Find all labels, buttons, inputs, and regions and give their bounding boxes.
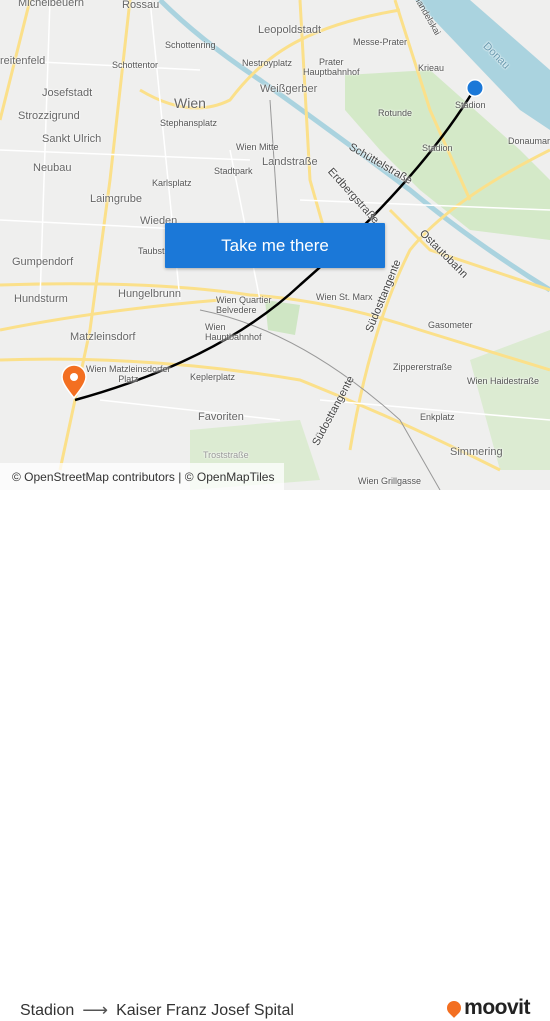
map-label: Wien Matzleinsdorfer Platz: [86, 364, 171, 384]
origin-name: Stadion: [20, 1001, 75, 1019]
map-label: Michelbeuern: [18, 0, 85, 9]
map-label: Stephansplatz: [160, 118, 218, 128]
map-label: Landstraße: [262, 156, 318, 168]
map-label: Neubau: [33, 162, 72, 174]
map-label: Stadion: [422, 143, 453, 153]
map-label: Krieau: [418, 63, 445, 73]
map-label: reitenfeld: [0, 55, 46, 67]
destination-marker[interactable]: [61, 364, 87, 400]
map-label: Strozzigrund: [18, 110, 80, 122]
map-label: Wien Mitte: [236, 142, 279, 152]
map-label: Rossau: [122, 0, 160, 11]
take-me-there-button[interactable]: Take me there: [165, 223, 385, 268]
moovit-wordmark: moovit: [464, 996, 530, 1019]
map-label: Hundsturm: [14, 293, 68, 305]
destination-name: Kaiser Franz Josef Spital: [116, 1001, 294, 1019]
map-label: Wien Grillgasse: [358, 476, 422, 486]
map-label: Gasometer: [428, 320, 473, 330]
map-label: Keplerplatz: [190, 372, 236, 382]
map-label: Nestroyplatz: [242, 58, 293, 68]
map-label: Schottenring: [165, 40, 216, 50]
map-label: Weißgerber: [260, 83, 318, 95]
moovit-logo[interactable]: moovit: [444, 996, 530, 1020]
origin-marker[interactable]: [466, 79, 484, 97]
map-label: Wien Quartier Belvedere: [216, 295, 272, 315]
map-label: Simmering: [450, 446, 503, 458]
map-label: Wien Hauptbahnhof: [205, 322, 262, 342]
map-label: Laimgrube: [90, 193, 142, 205]
map-label: Favoriten: [198, 411, 244, 423]
map-label: Sankt Ulrich: [42, 133, 102, 145]
map[interactable]: Michelbeuern Rossau Leopoldstadt Handels…: [0, 0, 550, 490]
footer: Stadion ⟶ Kaiser Franz Josef Spital moov…: [0, 490, 550, 1020]
map-label: Messe-Prater: [353, 37, 408, 47]
map-label: Stadtpark: [214, 166, 253, 176]
map-label: Rotunde: [378, 108, 413, 118]
map-label: Prater Hauptbahnhof: [303, 57, 360, 77]
map-label: Wien Haidestraße: [467, 376, 540, 386]
map-label: Wien: [174, 95, 206, 111]
map-label: Troststraße: [203, 450, 249, 460]
moovit-pin-icon: [444, 998, 465, 1018]
map-label: Josefstadt: [42, 87, 93, 99]
map-label: Leopoldstadt: [258, 24, 321, 36]
map-label: Zippererstraße: [393, 362, 453, 372]
map-label: Donaumari: [508, 136, 550, 146]
route-title: Stadion ⟶ Kaiser Franz Josef Spital: [20, 1000, 294, 1021]
map-label: Stadion: [455, 100, 486, 110]
arrow-right-icon: ⟶: [82, 1000, 109, 1020]
map-label: Wien St. Marx: [316, 292, 373, 302]
map-label: Schottentor: [112, 60, 159, 70]
map-label: Taubst: [138, 246, 165, 256]
map-label: Matzleinsdorf: [70, 331, 136, 343]
map-label: Gumpendorf: [12, 256, 74, 268]
map-label: Karlsplatz: [152, 178, 192, 188]
map-attribution[interactable]: © OpenStreetMap contributors | © OpenMap…: [0, 463, 285, 490]
map-label: Enkplatz: [420, 412, 455, 422]
map-label: Hungelbrunn: [118, 288, 181, 300]
